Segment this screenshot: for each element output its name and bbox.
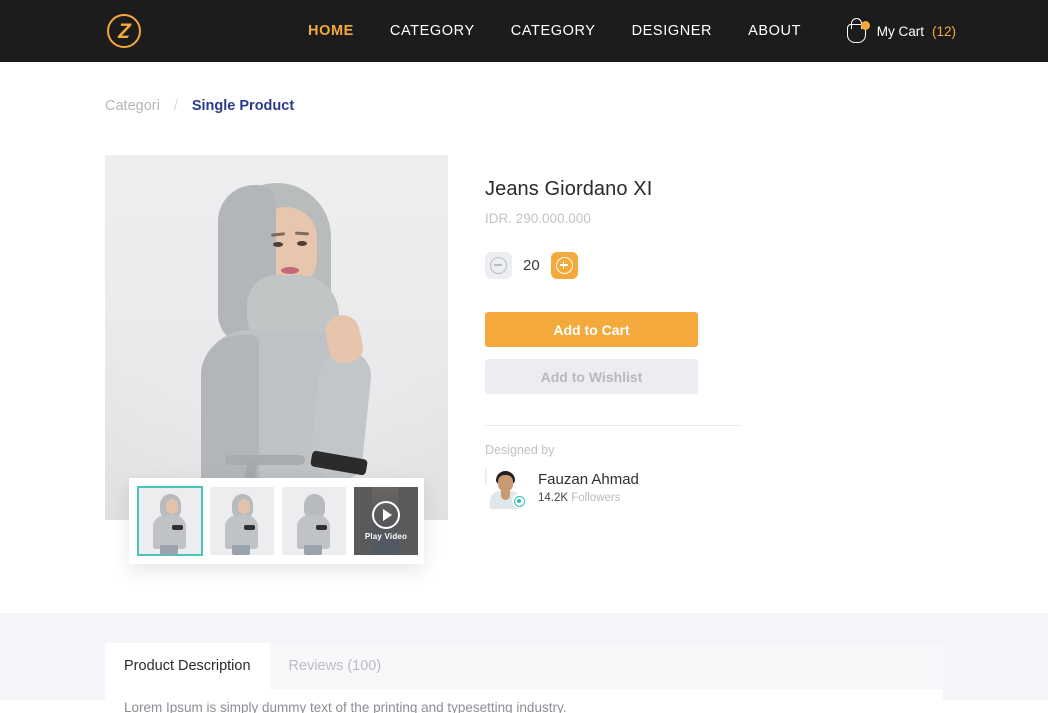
verified-badge-icon [512,494,526,508]
designer-followers: 14.2K Followers [538,492,639,504]
thumb-cuff [244,525,255,530]
verified-badge-inner [513,495,525,507]
figure-eye-left [273,242,283,247]
thumb-body [225,515,258,549]
z-lightning-logo-icon: Z [107,14,141,48]
breadcrumb: Categori / Single Product [105,98,294,114]
product-info-panel: Jeans Giordano XI IDR. 290.000.000 20 Ad… [485,178,741,509]
main-navigation: HOME CATEGORY CATEGORY DESIGNER ABOUT [290,0,819,62]
minus-circle-icon [490,257,507,274]
thumbnail-play-video[interactable]: Play Video [354,487,418,555]
product-price: IDR. 290.000.000 [485,211,591,226]
nav-item-about[interactable]: ABOUT [730,23,819,39]
product-detail-section: Product Description Reviews (100) Lorem … [0,613,1048,713]
thumbnail-2[interactable] [282,487,346,555]
site-logo[interactable]: Z [104,11,144,51]
breadcrumb-separator: / [173,98,178,114]
thumb-legs [160,545,178,555]
designed-by-label: Designed by [485,443,555,457]
followers-label: Followers [571,492,621,504]
quantity-value: 20 [523,257,540,274]
figure-lips [281,267,299,274]
quantity-increase-button[interactable] [550,252,578,279]
figure-eye-right [297,241,307,246]
site-header: Z HOME CATEGORY CATEGORY DESIGNER ABOUT … [0,0,1048,62]
cart-badge-dot [860,21,870,30]
designer-card[interactable]: Fauzan Ahmad 14.2K Followers [485,467,700,509]
avatar-wrapper [485,467,526,509]
product-description-text: Lorem Ipsum is simply dummy text of the … [124,700,567,713]
designer-details: Fauzan Ahmad 14.2K Followers [538,471,639,504]
thumb-face [238,499,250,514]
plus-circle-icon [555,257,573,274]
cart-button[interactable]: My Cart (12) [845,0,956,62]
breadcrumb-parent[interactable]: Categori [105,98,160,114]
cart-label: My Cart [876,23,924,39]
thumb-face [166,499,178,514]
nav-item-home[interactable]: HOME [290,23,372,39]
avatar [485,467,521,509]
model-photograph [105,155,448,520]
thumb-legs [304,545,322,555]
nav-item-category-2[interactable]: CATEGORY [493,23,614,39]
tab-product-description[interactable]: Product Description [105,643,270,689]
thumb-legs [232,545,250,555]
tab-bar: Product Description Reviews (100) [105,643,943,689]
play-circle-icon [372,501,400,529]
product-title: Jeans Giordano XI [485,178,653,200]
thumb-body [297,515,330,549]
shopping-bag-icon [845,18,870,44]
play-triangle [383,509,392,521]
followers-count: 14.2K [538,492,569,504]
thumb-cuff [316,525,327,530]
nav-item-category-1[interactable]: CATEGORY [372,23,493,39]
designer-name: Fauzan Ahmad [538,471,639,488]
product-main-image[interactable] [105,155,448,520]
tab-panel-content: Lorem Ipsum is simply dummy text of the … [105,689,943,713]
play-video-label: Play Video [364,532,408,541]
breadcrumb-current: Single Product [191,98,295,114]
thumbnail-1[interactable] [210,487,274,555]
add-to-cart-button[interactable]: Add to Cart [485,312,698,347]
thumb-cuff [172,525,183,530]
add-to-wishlist-button[interactable]: Add to Wishlist [485,359,698,394]
thumb-body [153,515,186,549]
section-divider [485,425,741,426]
quantity-stepper: 20 [485,252,700,279]
tab-reviews[interactable]: Reviews (100) [270,643,401,689]
thumbnail-0[interactable] [137,486,203,556]
thumbnail-strip: Play Video [129,478,424,564]
nav-item-designer[interactable]: DESIGNER [614,23,731,39]
figure-belt [225,455,305,465]
quantity-decrease-button[interactable] [485,252,512,279]
cart-count: (12) [931,23,956,39]
